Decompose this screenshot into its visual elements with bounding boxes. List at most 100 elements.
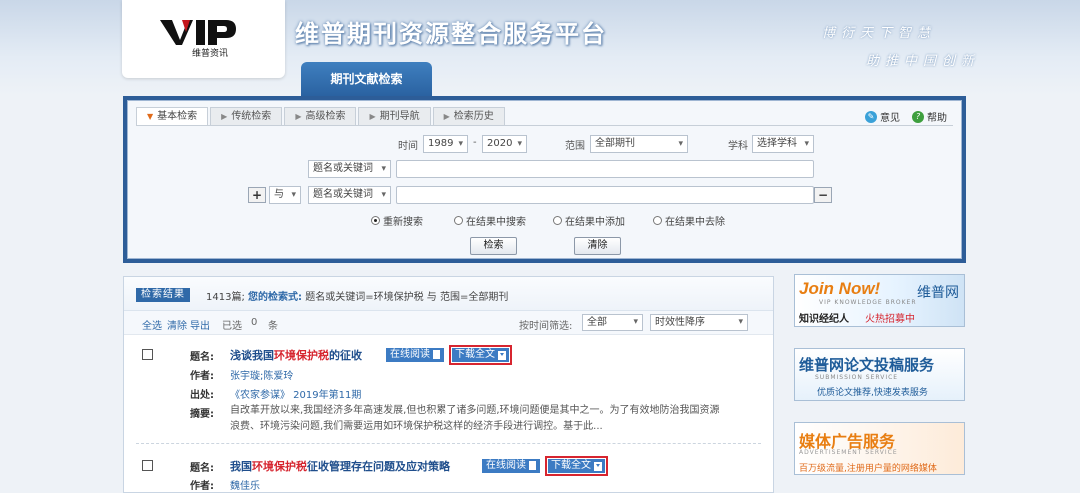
feedback-link[interactable]: ✎ 意见 <box>865 109 900 124</box>
result-authors[interactable]: 魏佳乐 <box>230 477 260 492</box>
logo[interactable]: 维普资讯 <box>122 0 285 78</box>
slogan-line-2: 助推中国创新 <box>866 54 981 69</box>
tab-journal-search[interactable]: 期刊文献检索 <box>301 62 432 96</box>
result-title[interactable]: 浅谈我国环境保护税的征收 <box>230 347 362 363</box>
result-checkbox[interactable] <box>142 349 153 360</box>
selected-count: 0 <box>251 317 258 328</box>
time-filter-select[interactable]: 全部 <box>582 314 643 331</box>
logo-subtitle: 维普资讯 <box>192 49 229 59</box>
ad3-en: ADVERTISEMENT SERVICE <box>799 449 898 456</box>
ad2-title: 维普网论文投稿服务 <box>799 356 935 374</box>
tab-traditional-search[interactable]: ▶ 传统检索 <box>210 107 283 125</box>
source-label: 出处: <box>190 390 214 401</box>
search-input-1[interactable] <box>396 160 814 178</box>
search-subtabs: ▼ 基本检索 ▶ 传统检索 ▶ 高级检索 ▶ 期刊导航 ▶ 检索历史 <box>136 107 507 125</box>
tab-divider <box>136 125 953 126</box>
triangle-down-icon: ▼ <box>147 112 154 121</box>
author-label: 作者: <box>190 481 214 492</box>
selected-label: 已选 <box>222 321 242 332</box>
result-checkbox[interactable] <box>142 460 153 471</box>
clear-button[interactable]: 清除 <box>574 237 621 255</box>
document-icon <box>529 460 536 470</box>
author-label: 作者: <box>190 371 214 382</box>
ad2-sub: 优质论文推荐,快速发表服务 <box>817 388 928 398</box>
results-count: 1413篇; <box>206 292 245 303</box>
sort-select[interactable]: 时效性降序 <box>650 314 748 331</box>
tab-advanced-search[interactable]: ▶ 高级检索 <box>284 107 357 125</box>
subject-select[interactable]: 选择学科 <box>752 135 814 153</box>
search-form: ▼ 基本检索 ▶ 传统检索 ▶ 高级检索 ▶ 期刊导航 ▶ 检索历史 ✎ 意见 ? 帮助 时间… <box>127 100 962 259</box>
title-label: 题名: <box>190 463 214 474</box>
download-icon <box>594 461 602 471</box>
result-source[interactable]: 《农家参谋》 2019年第11期 <box>230 386 361 401</box>
year-dash: - <box>473 137 477 148</box>
abstract-label: 摘要: <box>190 409 214 420</box>
ad1-sub2: 火热招募中 <box>865 314 915 325</box>
site-title: 维普期刊资源整合服务平台 <box>295 20 607 48</box>
item-divider <box>136 443 761 444</box>
query-label: 您的检索式: <box>248 292 303 303</box>
results-toolbar: 全选 清除 导出 已选 0 条 按时间筛选: 全部 时效性降序 <box>124 311 773 335</box>
triangle-right-icon: ▶ <box>221 112 228 121</box>
field-select-1[interactable]: 题名或关键词 <box>308 160 391 178</box>
year-from-select[interactable]: 1989 <box>423 135 468 153</box>
search-panel: ▼ 基本检索 ▶ 传统检索 ▶ 高级检索 ▶ 期刊导航 ▶ 检索历史 ✎ 意见 ? 帮助 时间… <box>123 96 966 263</box>
remove-row-button[interactable]: − <box>814 187 832 203</box>
radio-dot-icon <box>553 216 562 225</box>
triangle-right-icon: ▶ <box>443 112 450 121</box>
search-input-2[interactable] <box>396 186 814 204</box>
result-title[interactable]: 我国环境保护税征收管理存在问题及应对策略 <box>230 458 450 474</box>
result-abstract: 自改革开放以来,我国经济多年高速发展,但也积累了诸多问题,环境问题便是其中之一。… <box>230 405 720 432</box>
feedback-icon: ✎ <box>865 110 877 123</box>
download-highlight: 下载全文 <box>449 345 512 365</box>
radio-dot-icon <box>653 216 662 225</box>
subject-label: 学科 <box>728 141 748 152</box>
add-row-button[interactable]: + <box>248 187 266 203</box>
result-authors[interactable]: 张宇璇;陈爱玲 <box>230 367 293 382</box>
time-filter-label: 按时间筛选: <box>519 321 573 332</box>
radio-search-within[interactable]: 在结果中搜索 <box>454 213 526 228</box>
download-fulltext-button[interactable]: 下载全文 <box>548 459 605 473</box>
radio-new-search[interactable]: 重新搜索 <box>371 213 423 228</box>
results-panel: 检索结果 1413篇; 您的检索式: 题名或关键词=环境保护税 与 范围=全部期… <box>123 276 774 493</box>
tab-basic-search[interactable]: ▼ 基本检索 <box>136 107 209 125</box>
ad-submission-service[interactable]: 维普网论文投稿服务 SUBMISSION SERVICE 优质论文推荐,快速发表… <box>794 348 965 401</box>
download-icon <box>498 350 506 360</box>
clear-selection-link[interactable]: 清除 <box>167 317 187 332</box>
help-links: ✎ 意见 ? 帮助 <box>865 109 947 124</box>
range-select[interactable]: 全部期刊 <box>590 135 688 153</box>
search-button[interactable]: 检索 <box>470 237 517 255</box>
slogan-line-1: 博衍天下智慧 <box>822 26 937 41</box>
radio-remove-from-results[interactable]: 在结果中去除 <box>653 213 725 228</box>
tab-journal-nav[interactable]: ▶ 期刊导航 <box>358 107 431 125</box>
ad1-sub: 知识经纪人 <box>799 314 849 325</box>
help-link[interactable]: ? 帮助 <box>912 109 947 124</box>
vip-logo-icon <box>160 20 236 45</box>
export-link[interactable]: 导出 <box>190 317 210 332</box>
radio-dot-icon <box>454 216 463 225</box>
logic-select[interactable]: 与 <box>269 186 301 204</box>
selected-unit: 条 <box>268 321 278 332</box>
document-icon <box>433 349 440 359</box>
select-all-link[interactable]: 全选 <box>142 317 162 332</box>
field-select-2[interactable]: 题名或关键词 <box>308 186 391 204</box>
year-to-select[interactable]: 2020 <box>482 135 527 153</box>
online-read-button[interactable]: 在线阅读 <box>482 459 540 473</box>
title-label: 题名: <box>190 352 214 363</box>
ad3-sub: 百万级流量,注册用户量的网络媒体 <box>799 464 937 474</box>
radio-dot-icon <box>371 216 380 225</box>
triangle-right-icon: ▶ <box>369 112 376 121</box>
online-read-button[interactable]: 在线阅读 <box>386 348 444 362</box>
download-fulltext-button[interactable]: 下载全文 <box>452 348 509 362</box>
radio-add-to-results[interactable]: 在结果中添加 <box>553 213 625 228</box>
results-header: 检索结果 1413篇; 您的检索式: 题名或关键词=环境保护税 与 范围=全部期… <box>124 277 773 311</box>
ad1-en: VIP KNOWLEDGE BROKER <box>819 299 917 306</box>
query-text: 题名或关键词=环境保护税 与 范围=全部期刊 <box>305 292 509 303</box>
tab-search-history[interactable]: ▶ 检索历史 <box>432 107 505 125</box>
ad2-en: SUBMISSION SERVICE <box>815 374 899 381</box>
range-label: 范围 <box>565 141 585 152</box>
ad-media-advertising[interactable]: 媒体广告服务 ADVERTISEMENT SERVICE 百万级流量,注册用户量… <box>794 422 965 475</box>
time-label: 时间 <box>398 141 418 152</box>
triangle-right-icon: ▶ <box>295 112 302 121</box>
ad-join-now[interactable]: Join Now! 维普网 VIP KNOWLEDGE BROKER 知识经纪人… <box>794 274 965 327</box>
